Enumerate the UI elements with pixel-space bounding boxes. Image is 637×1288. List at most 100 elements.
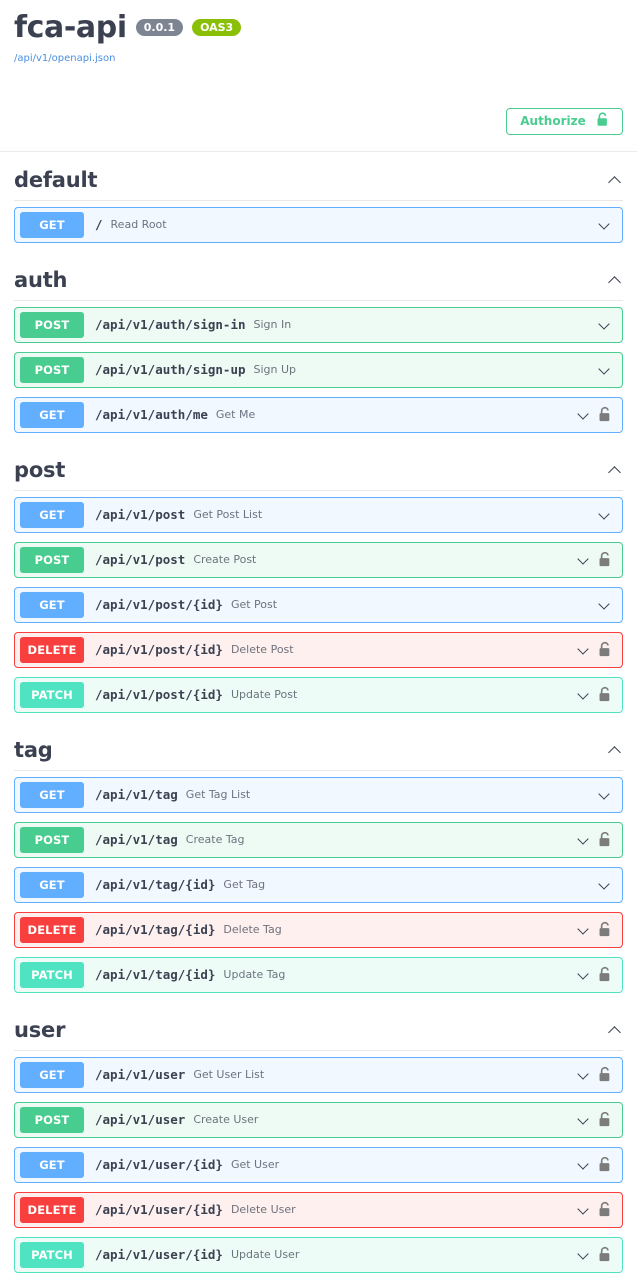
chevron-down-icon[interactable] [598, 598, 612, 612]
lock-icon[interactable] [598, 831, 612, 848]
operation-path: /api/v1/user [95, 1112, 186, 1127]
tag-name: user [14, 1017, 66, 1042]
operation-path: /api/v1/tag [95, 832, 178, 847]
operation-list: GET /api/v1/user Get User List POST /api… [14, 1051, 623, 1273]
bottom-spacer [0, 1282, 637, 1288]
operation-summary: Get Post List [193, 508, 263, 521]
operation-row-get-tag-2[interactable]: GET /api/v1/tag/{id} Get Tag [14, 866, 623, 903]
http-method-badge: DELETE [20, 636, 84, 663]
tag-header-auth[interactable]: auth [14, 252, 623, 300]
operation-row-get-default-0[interactable]: GET / Read Root [14, 206, 623, 243]
swagger-ui-root: fca-api 0.0.1 OAS3 /api/v1/openapi.json … [0, 0, 637, 1288]
lock-icon[interactable] [598, 966, 612, 983]
chevron-down-icon[interactable] [598, 878, 612, 892]
lock-icon[interactable] [598, 1066, 612, 1083]
tag-section-post: post GET /api/v1/post Get Post List POST… [0, 442, 637, 713]
chevron-down-icon[interactable] [577, 1158, 591, 1172]
operation-summary: Sign Up [253, 363, 297, 376]
operation-summary: Update Tag [223, 968, 286, 981]
operation-row-get-post-0[interactable]: GET /api/v1/post Get Post List [14, 496, 623, 533]
operation-row-post-user-1[interactable]: POST /api/v1/user Create User [14, 1101, 623, 1138]
operation-row-get-tag-0[interactable]: GET /api/v1/tag Get Tag List [14, 776, 623, 813]
http-method-badge: DELETE [20, 1196, 84, 1223]
lock-icon[interactable] [598, 406, 612, 423]
chevron-down-icon[interactable] [598, 788, 612, 802]
http-method-badge: POST [20, 1106, 84, 1133]
operation-row-controls [577, 1066, 622, 1083]
operation-row-controls [598, 598, 622, 612]
chevron-down-icon[interactable] [598, 218, 612, 232]
operation-row-controls [577, 1111, 622, 1128]
lock-icon[interactable] [598, 641, 612, 658]
operation-path: /api/v1/post/{id} [95, 642, 223, 657]
lock-icon[interactable] [598, 1201, 612, 1218]
chevron-down-icon[interactable] [598, 318, 612, 332]
chevron-down-icon[interactable] [577, 643, 591, 657]
tag-header-post[interactable]: post [14, 442, 623, 490]
operation-row-controls [598, 363, 622, 377]
operation-row-delete-tag-3[interactable]: DELETE /api/v1/tag/{id} Delete Tag [14, 911, 623, 948]
operation-path: /api/v1/user/{id} [95, 1247, 223, 1262]
chevron-down-icon[interactable] [577, 968, 591, 982]
operation-row-post-auth-0[interactable]: POST /api/v1/auth/sign-in Sign In [14, 306, 623, 343]
operation-row-controls [577, 686, 622, 703]
http-method-badge: GET [20, 401, 84, 428]
http-method-badge: GET [20, 501, 84, 528]
tag-section-tag: tag GET /api/v1/tag Get Tag List POST /a… [0, 722, 637, 993]
chevron-down-icon[interactable] [577, 1203, 591, 1217]
operation-row-delete-post-3[interactable]: DELETE /api/v1/post/{id} Delete Post [14, 631, 623, 668]
operation-summary: Sign In [253, 318, 292, 331]
operation-summary: Create Tag [185, 833, 245, 846]
tag-section-default: default GET / Read Root [0, 152, 637, 243]
operation-row-post-auth-1[interactable]: POST /api/v1/auth/sign-up Sign Up [14, 351, 623, 388]
chevron-down-icon[interactable] [577, 923, 591, 937]
chevron-down-icon[interactable] [577, 688, 591, 702]
chevron-down-icon[interactable] [598, 508, 612, 522]
operation-path: /api/v1/auth/sign-up [95, 362, 246, 377]
lock-icon[interactable] [598, 1246, 612, 1263]
operation-path: /api/v1/tag [95, 787, 178, 802]
authorize-button[interactable]: Authorize [506, 107, 623, 135]
operation-path: /api/v1/user [95, 1067, 186, 1082]
operation-path: /api/v1/tag/{id} [95, 922, 216, 937]
lock-icon[interactable] [598, 1111, 612, 1128]
api-info-block: fca-api 0.0.1 OAS3 /api/v1/openapi.json [0, 0, 637, 64]
operation-row-get-post-2[interactable]: GET /api/v1/post/{id} Get Post [14, 586, 623, 623]
chevron-up-icon[interactable] [607, 172, 623, 188]
operation-row-patch-post-4[interactable]: PATCH /api/v1/post/{id} Update Post [14, 676, 623, 713]
operation-row-patch-tag-4[interactable]: PATCH /api/v1/tag/{id} Update Tag [14, 956, 623, 993]
operation-list: GET / Read Root [14, 201, 623, 243]
lock-icon[interactable] [598, 686, 612, 703]
lock-icon[interactable] [598, 551, 612, 568]
openapi-spec-link[interactable]: /api/v1/openapi.json [14, 53, 623, 64]
operation-row-get-auth-2[interactable]: GET /api/v1/auth/me Get Me [14, 396, 623, 433]
operation-row-get-user-0[interactable]: GET /api/v1/user Get User List [14, 1056, 623, 1093]
tag-header-user[interactable]: user [14, 1002, 623, 1050]
operation-row-controls [577, 966, 622, 983]
lock-icon[interactable] [598, 1156, 612, 1173]
chevron-down-icon[interactable] [577, 833, 591, 847]
lock-icon[interactable] [598, 921, 612, 938]
operation-row-post-post-1[interactable]: POST /api/v1/post Create Post [14, 541, 623, 578]
operation-row-patch-user-4[interactable]: PATCH /api/v1/user/{id} Update User [14, 1236, 623, 1273]
chevron-up-icon[interactable] [607, 742, 623, 758]
http-method-badge: DELETE [20, 916, 84, 943]
operation-row-controls [598, 508, 622, 522]
chevron-down-icon[interactable] [577, 1248, 591, 1262]
chevron-down-icon[interactable] [577, 1068, 591, 1082]
chevron-down-icon[interactable] [577, 408, 591, 422]
http-method-badge: POST [20, 826, 84, 853]
tag-name: auth [14, 267, 68, 292]
chevron-up-icon[interactable] [607, 462, 623, 478]
chevron-up-icon[interactable] [607, 1022, 623, 1038]
chevron-down-icon[interactable] [598, 363, 612, 377]
operation-row-delete-user-3[interactable]: DELETE /api/v1/user/{id} Delete User [14, 1191, 623, 1228]
operation-row-get-user-2[interactable]: GET /api/v1/user/{id} Get User [14, 1146, 623, 1183]
tag-header-default[interactable]: default [14, 152, 623, 200]
chevron-down-icon[interactable] [577, 553, 591, 567]
chevron-up-icon[interactable] [607, 272, 623, 288]
chevron-down-icon[interactable] [577, 1113, 591, 1127]
operation-row-post-tag-1[interactable]: POST /api/v1/tag Create Tag [14, 821, 623, 858]
tag-header-tag[interactable]: tag [14, 722, 623, 770]
operation-list: GET /api/v1/tag Get Tag List POST /api/v… [14, 771, 623, 993]
